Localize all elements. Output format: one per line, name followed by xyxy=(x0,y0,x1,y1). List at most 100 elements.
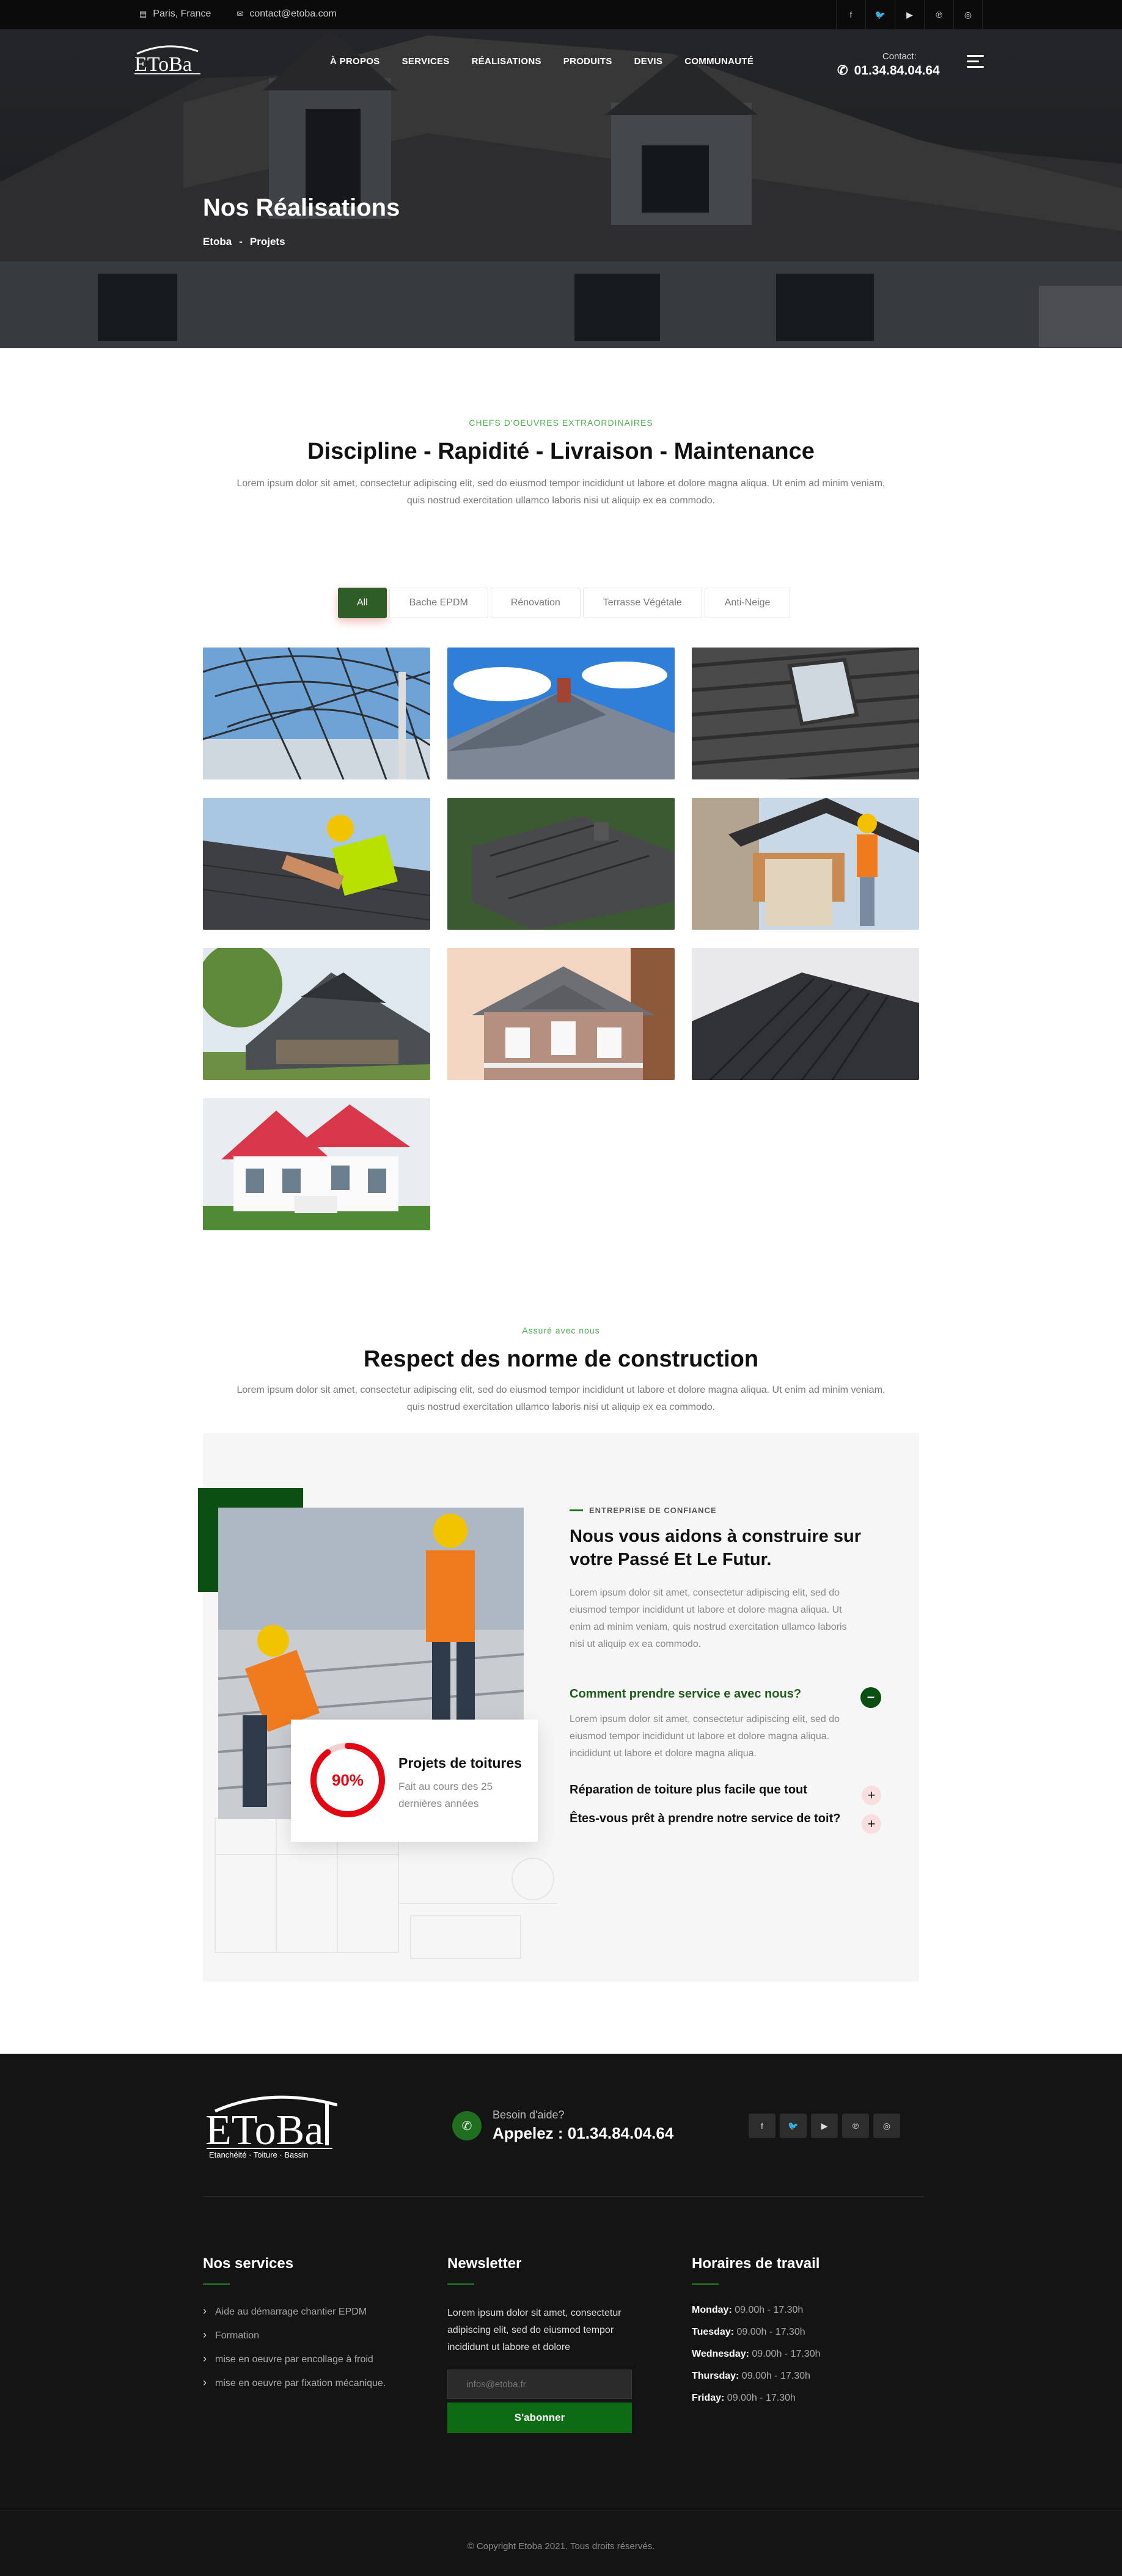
portfolio-item[interactable] xyxy=(447,648,675,779)
svg-text:EToBa: EToBa xyxy=(205,2107,323,2154)
portfolio-item[interactable] xyxy=(203,648,430,779)
faq-item[interactable]: Êtes-vous prêt à prendre notre service d… xyxy=(570,1812,881,1834)
nav-services[interactable]: SERVICES xyxy=(402,56,450,67)
portfolio-item[interactable] xyxy=(203,948,430,1080)
services-title: Nos services xyxy=(203,2255,294,2272)
instagram-icon[interactable]: ◎ xyxy=(953,0,983,29)
nav-devis[interactable]: DEVIS xyxy=(634,56,663,67)
portfolio-filters: All Bache EPDM Rénovation Terrasse Végét… xyxy=(338,588,791,618)
newsletter-text: Lorem ipsum dolor sit amet, consectetur … xyxy=(447,2308,622,2352)
breadcrumb-home[interactable]: Etoba xyxy=(203,236,232,247)
pinterest-icon[interactable]: ℗ xyxy=(842,2114,869,2138)
filter-terrasse-vegetale[interactable]: Terrasse Végétale xyxy=(582,588,702,618)
newsletter-title: Newsletter xyxy=(447,2255,522,2272)
copyright: © Copyright Etoba 2021. Tous droits rése… xyxy=(467,2541,655,2552)
divider xyxy=(203,2196,924,2197)
hours-row: Tuesday: 09.00h - 17.30h xyxy=(692,2327,805,2337)
newsletter-email-input[interactable] xyxy=(447,2370,632,2399)
top-bar: ▤ Paris, France ✉ contact@etoba.com f 🐦 ▶ … xyxy=(0,0,1122,29)
standards-text: Lorem ipsum dolor sit amet, consectetur … xyxy=(237,1385,886,1412)
hours-list: Monday: 09.00h - 17.30h Tuesday: 09.00h … xyxy=(692,2305,821,2404)
minus-icon[interactable]: − xyxy=(860,1687,881,1708)
trust-text: Lorem ipsum dolor sit amet, consectetur … xyxy=(570,1588,847,1649)
portfolio-item[interactable] xyxy=(203,1098,430,1230)
stat-card: 90% Projets de toitures Fait au cours de… xyxy=(291,1720,538,1842)
youtube-icon[interactable]: ▶ xyxy=(811,2114,838,2138)
faq-question[interactable]: Comment prendre service e avec nous? xyxy=(570,1687,881,1701)
services-link[interactable]: mise en oeuvre par fixation mécanique. xyxy=(203,2376,386,2389)
main-menu: À PROPOS SERVICES RÉALISATIONS PRODUITS … xyxy=(330,56,754,67)
stat-title: Projets de toitures xyxy=(398,1755,522,1771)
nav-communaute[interactable]: COMMUNAUTÉ xyxy=(684,56,754,67)
pinterest-icon[interactable]: ℗ xyxy=(924,0,953,29)
nav-produits[interactable]: PRODUITS xyxy=(563,56,612,67)
breadcrumb: Etoba - Projets xyxy=(203,236,285,247)
footer-social: f 🐦 ▶ ℗ ◎ xyxy=(749,2114,900,2138)
intro-text: Lorem ipsum dolor sit amet, consectetur … xyxy=(237,478,886,506)
faq-answer: Lorem ipsum dolor sit amet, consectetur … xyxy=(570,1714,840,1759)
svg-text:90%: 90% xyxy=(332,1771,364,1789)
svg-text:Etanchéité · Toiture · Bassin: Etanchéité · Toiture · Bassin xyxy=(209,2150,308,2159)
instagram-icon[interactable]: ◎ xyxy=(873,2114,900,2138)
services-link[interactable]: Formation xyxy=(203,2329,386,2341)
services-list: Aide au démarrage chantier EPDM Formatio… xyxy=(203,2305,386,2389)
subscribe-button[interactable]: S'abonner xyxy=(447,2403,632,2433)
twitter-icon[interactable]: 🐦 xyxy=(865,0,895,29)
facebook-icon[interactable]: f xyxy=(749,2114,776,2138)
mail-icon: ✉ xyxy=(237,9,244,18)
nav-realisations[interactable]: RÉALISATIONS xyxy=(472,56,541,67)
brand-logo[interactable]: EToBa xyxy=(131,43,204,79)
portfolio-item[interactable] xyxy=(447,798,675,930)
breadcrumb-current: Projets xyxy=(249,236,285,247)
filter-renovation[interactable]: Rénovation xyxy=(490,588,581,618)
filter-all[interactable]: All xyxy=(338,588,387,618)
nav-apropos[interactable]: À PROPOS xyxy=(330,56,380,67)
standards-eyebrow: Assuré avec nous xyxy=(522,1326,600,1335)
portfolio-item[interactable] xyxy=(447,948,675,1080)
filter-anti-neige[interactable]: Anti-Neige xyxy=(704,588,791,618)
portfolio-item[interactable] xyxy=(692,648,919,779)
location: ▤ Paris, France xyxy=(139,9,211,19)
help-block[interactable]: ✆ Besoin d'aide? Appelez : 01.34.84.04.64 xyxy=(452,2109,673,2143)
footer-logo[interactable]: EToBa Etanchéité · Toiture · Bassin xyxy=(203,2090,338,2164)
faq-question[interactable]: Réparation de toiture plus facile que to… xyxy=(570,1783,881,1797)
hamburger-menu-icon[interactable] xyxy=(967,55,984,70)
portfolio-item[interactable] xyxy=(692,798,919,930)
filter-bache-epdm[interactable]: Bache EPDM xyxy=(389,588,488,618)
stat-subtitle: Fait au cours des 25 dernières années xyxy=(398,1781,493,1809)
hours-row: Thursday: 09.00h - 17.30h xyxy=(692,2371,810,2381)
hours-title: Horaires de travail xyxy=(692,2255,820,2272)
footer: EToBa Etanchéité · Toiture · Bassin ✆ Be… xyxy=(0,2054,1122,2576)
intro-title: Discipline - Rapidité - Livraison - Main… xyxy=(307,439,815,464)
help-phone[interactable]: Appelez : 01.34.84.04.64 xyxy=(493,2124,673,2143)
phone-icon: ✆ xyxy=(837,64,848,78)
email-link[interactable]: ✉ contact@etoba.com xyxy=(237,9,336,20)
progress-ring: 90% xyxy=(310,1743,385,1817)
portfolio-item[interactable] xyxy=(203,798,430,930)
trust-eyebrow: ENTREPRISE DE CONFIANCE xyxy=(570,1506,875,1515)
youtube-icon[interactable]: ▶ xyxy=(895,0,924,29)
plus-icon[interactable]: + xyxy=(862,1786,881,1805)
services-link[interactable]: mise en oeuvre par encollage à froid xyxy=(203,2352,386,2365)
faq-accordion: Comment prendre service e avec nous? − L… xyxy=(570,1687,881,1834)
faq-item[interactable]: Comment prendre service e avec nous? − L… xyxy=(570,1687,881,1762)
faq-question[interactable]: Êtes-vous prêt à prendre notre service d… xyxy=(570,1812,881,1826)
plus-icon[interactable]: + xyxy=(862,1814,881,1834)
hours-row: Monday: 09.00h - 17.30h xyxy=(692,2305,804,2315)
intro-eyebrow: CHEFS D'OEUVRES EXTRAORDINAIRES xyxy=(469,418,653,428)
portfolio-item[interactable] xyxy=(692,948,919,1080)
faq-item[interactable]: Réparation de toiture plus facile que to… xyxy=(570,1783,881,1805)
hours-row: Wednesday: 09.00h - 17.30h xyxy=(692,2349,821,2359)
twitter-icon[interactable]: 🐦 xyxy=(780,2114,807,2138)
header-contact[interactable]: Contact: ✆ 01.34.84.04.64 xyxy=(837,51,940,78)
standards-title: Respect des norme de construction xyxy=(363,1346,759,1372)
phone-icon: ✆ xyxy=(452,2111,482,2140)
map-icon: ▤ xyxy=(139,9,147,18)
hours-row: Friday: 09.00h - 17.30h xyxy=(692,2393,796,2403)
top-social: f 🐦 ▶ ℗ ◎ xyxy=(836,0,983,29)
trust-title: Nous vous aidons à construire sur votre P… xyxy=(570,1527,861,1569)
page-title: Nos Réalisations xyxy=(203,194,400,221)
svg-text:EToBa: EToBa xyxy=(134,53,192,76)
services-link[interactable]: Aide au démarrage chantier EPDM xyxy=(203,2305,386,2318)
facebook-icon[interactable]: f xyxy=(836,0,865,29)
